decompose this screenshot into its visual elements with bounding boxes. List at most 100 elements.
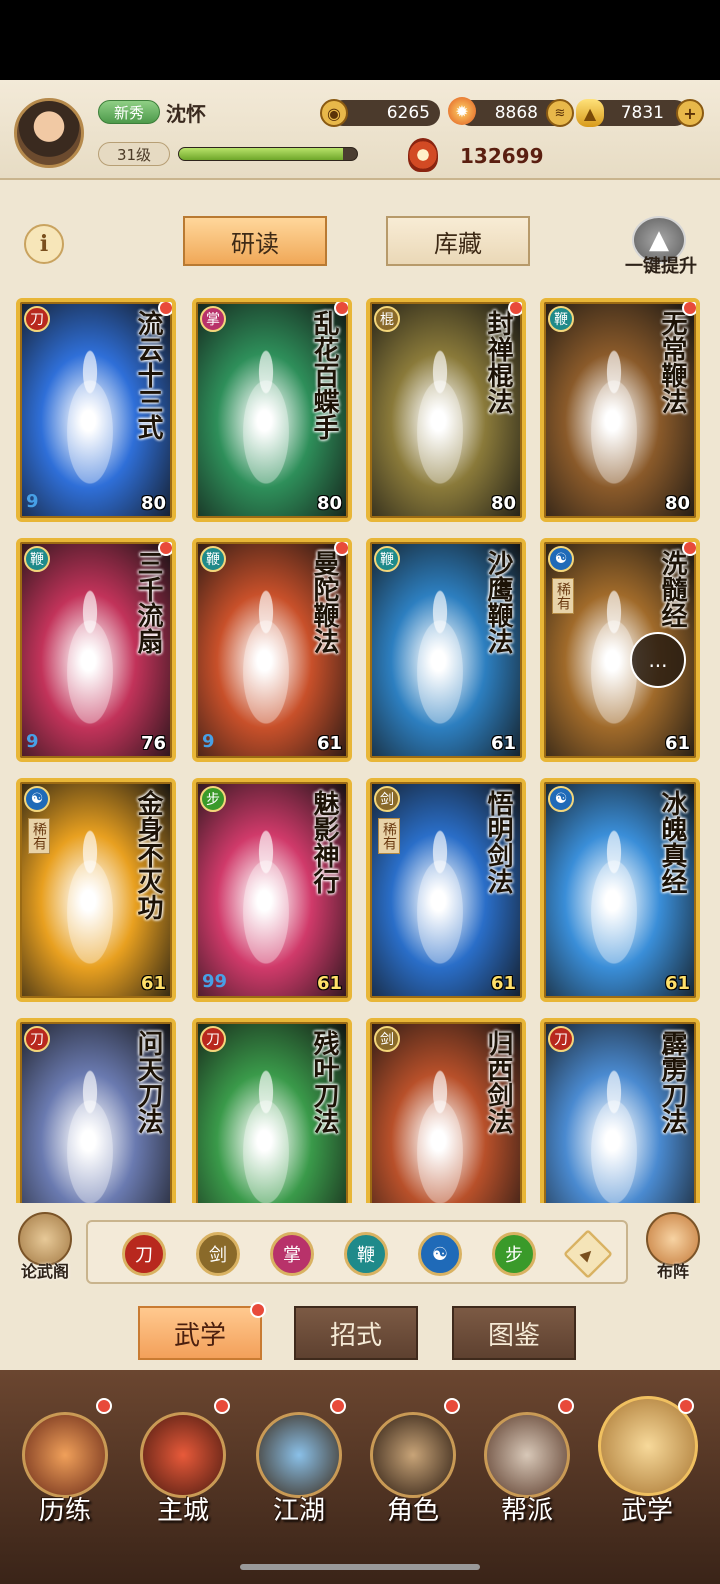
tab-martial-arts-label: 武学 [173, 1320, 226, 1351]
whip-school-icon: 鞭 [200, 546, 226, 572]
fire-value: 8868 [494, 103, 538, 123]
notification-dot [682, 302, 696, 316]
nav-training[interactable]: 历练 [10, 1390, 120, 1540]
swift-school-icon: 步 [200, 786, 226, 812]
tab-martial-arts[interactable]: 武学 [138, 1302, 266, 1360]
fire-icon: ✹ [448, 97, 476, 125]
character-art [400, 822, 480, 972]
notification-dot [158, 542, 172, 556]
skill-card[interactable]: 步 魅影神行 99 61 [192, 778, 352, 1002]
skill-level: 61 [490, 733, 516, 754]
skill-card[interactable]: 刀 霹雳刀法 [540, 1018, 700, 1203]
nav-jianghu[interactable]: 江湖 [244, 1390, 354, 1540]
rare-tag: 稀有 [552, 578, 574, 614]
whip-school-icon[interactable]: 鞭 [344, 1232, 388, 1276]
rare-tag: 稀有 [378, 818, 400, 854]
nav-main-city[interactable]: 主城 [128, 1390, 238, 1540]
tab-moves[interactable]: 招式 [294, 1306, 418, 1360]
one-click-upgrade-button[interactable]: ▲ 一键提升 [616, 216, 706, 277]
character-art [226, 822, 306, 972]
notification-dot [558, 1398, 574, 1414]
skill-name: 归西剑法 [483, 1030, 513, 1134]
skill-card[interactable]: 剑稀有 悟明剑法 61 [366, 778, 526, 1002]
skill-card[interactable]: 刀 流云十三式 9 80 [16, 298, 176, 522]
skill-level: 61 [664, 733, 690, 754]
rank-badge: 新秀 [98, 100, 160, 124]
info-button[interactable]: i [24, 224, 64, 264]
player-avatar[interactable] [14, 98, 84, 168]
skill-name: 曼陀鞭法 [309, 550, 339, 654]
notification-dot [678, 1398, 694, 1414]
character-art [50, 342, 130, 492]
rare-tag: 稀有 [28, 818, 50, 854]
skill-name: 洗髓经 [657, 550, 687, 628]
taiji-school-icon: ☯ [548, 546, 574, 572]
chat-bubble-icon[interactable]: ... [630, 632, 686, 688]
skill-card[interactable]: 鞭 沙鹰鞭法 61 [366, 538, 526, 762]
bottom-nav: 历练 主城 江湖 角色 帮派 武学 [0, 1370, 720, 1584]
coin-value: 6265 [386, 103, 430, 123]
whip-school-icon: 鞭 [374, 546, 400, 572]
skill-name: 冰魄真经 [657, 790, 687, 894]
skill-name: 无常鞭法 [657, 310, 687, 414]
scroll-icon: ≋ [546, 99, 574, 127]
nav-jianghu-label: 江湖 [272, 1496, 325, 1526]
jianghu-icon [256, 1412, 342, 1498]
notification-dot [330, 1398, 346, 1414]
debate-hall-button[interactable]: 论武阁 [12, 1210, 78, 1286]
palm-school-icon[interactable]: 掌 [270, 1232, 314, 1276]
notification-dot [334, 302, 348, 316]
skill-name: 魅影神行 [309, 790, 339, 894]
formation-button[interactable]: 布阵 [640, 1210, 706, 1286]
tab-codex[interactable]: 图鉴 [452, 1306, 576, 1360]
notification-dot [214, 1398, 230, 1414]
skill-card[interactable]: 刀 残叶刀法 [192, 1018, 352, 1203]
nav-character[interactable]: 角色 [358, 1390, 468, 1540]
skill-card[interactable]: 棍 封禅棍法 80 [366, 298, 526, 522]
xp-bar [178, 147, 358, 161]
palm-school-icon: 掌 [200, 306, 226, 332]
skill-card[interactable]: ☯ 冰魄真经 61 [540, 778, 700, 1002]
skill-level: 80 [490, 493, 516, 514]
combat-power: 132699 [460, 144, 544, 168]
taiji-school-icon[interactable]: ☯ [418, 1232, 462, 1276]
sect-icon [484, 1412, 570, 1498]
main-city-icon [140, 1412, 226, 1498]
skill-name: 残叶刀法 [309, 1030, 339, 1134]
element-mark: 9 [202, 731, 215, 752]
character-art [226, 342, 306, 492]
tab-study[interactable]: 研读 [183, 216, 327, 266]
sword-school-icon[interactable]: 剑 [196, 1232, 240, 1276]
skill-card[interactable]: ☯ 稀有 金身不灭功 61 [16, 778, 176, 1002]
skill-level: 61 [664, 973, 690, 994]
skill-card[interactable]: 鞭 曼陀鞭法 9 61 [192, 538, 352, 762]
skill-card[interactable]: 鞭 三千流扇 9 76 [16, 538, 176, 762]
character-art [50, 582, 130, 732]
level-tag: 31级 [98, 142, 170, 166]
skill-card[interactable]: 鞭 无常鞭法 80 [540, 298, 700, 522]
tab-storage[interactable]: 库藏 [386, 216, 530, 266]
skill-card[interactable]: 刀 问天刀法 [16, 1018, 176, 1203]
notification-dot [682, 542, 696, 556]
skill-card[interactable]: 掌 乱花百蝶手 80 [192, 298, 352, 522]
skill-card[interactable]: 剑 归西剑法 [366, 1018, 526, 1203]
skill-level: 61 [316, 733, 342, 754]
blade-school-icon: 刀 [24, 306, 50, 332]
nav-sect[interactable]: 帮派 [472, 1390, 582, 1540]
character-art [400, 582, 480, 732]
element-mark: 99 [202, 971, 228, 992]
skill-level: 80 [140, 493, 166, 514]
character-art [50, 822, 130, 972]
swift-school-icon[interactable]: 步 [492, 1232, 536, 1276]
coin-icon: ◉ [320, 99, 348, 127]
nav-martial-arts[interactable]: 武学 [592, 1390, 702, 1540]
formation-label: 布阵 [656, 1262, 689, 1281]
taiji-school-icon: ☯ [548, 786, 574, 812]
gold-ingot-icon: ▲ [576, 99, 604, 127]
add-gold-icon[interactable]: + [676, 99, 704, 127]
skill-level: 80 [664, 493, 690, 514]
tab-codex-label: 图鉴 [487, 1320, 540, 1351]
blade-school-icon: 刀 [200, 1026, 226, 1052]
blade-school-icon[interactable]: 刀 [122, 1232, 166, 1276]
all-school-icon[interactable]: ▲ [563, 1229, 613, 1279]
